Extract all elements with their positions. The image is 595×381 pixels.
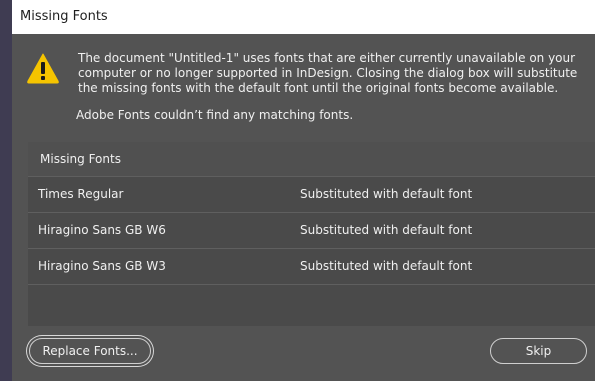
table-row[interactable]: Hiragino Sans GB W3 Substituted with def…	[28, 248, 595, 284]
warning-icon	[27, 53, 59, 84]
dialog-title: Missing Fonts	[12, 0, 595, 34]
table-row[interactable]: Times Regular Substituted with default f…	[28, 176, 595, 212]
replace-fonts-button[interactable]: Replace Fonts...	[29, 338, 151, 364]
message-line: the missing fonts with the default font …	[78, 81, 559, 95]
font-status: Substituted with default font	[300, 187, 473, 201]
background-window-edge	[0, 0, 12, 381]
adobe-fonts-note: Adobe Fonts couldn’t find any matching f…	[76, 108, 354, 122]
skip-button[interactable]: Skip	[490, 338, 587, 364]
missing-fonts-dialog: Missing Fonts The document "Untitled-1" …	[12, 0, 595, 381]
message-line: computer or no longer supported in InDes…	[78, 66, 578, 80]
font-status: Substituted with default font	[300, 223, 473, 237]
font-name: Hiragino Sans GB W3	[38, 259, 166, 273]
font-name: Times Regular	[38, 187, 124, 201]
message-line: The document "Untitled-1" uses fonts tha…	[78, 51, 576, 65]
table-row[interactable]: Hiragino Sans GB W6 Substituted with def…	[28, 212, 595, 248]
font-status: Substituted with default font	[300, 259, 473, 273]
table-empty-row	[28, 284, 595, 326]
missing-fonts-table: Missing Fonts Times Regular Substituted …	[28, 142, 595, 326]
font-name: Hiragino Sans GB W6	[38, 223, 166, 237]
dialog-message: The document "Untitled-1" uses fonts tha…	[78, 51, 590, 96]
table-header: Missing Fonts	[28, 142, 595, 176]
